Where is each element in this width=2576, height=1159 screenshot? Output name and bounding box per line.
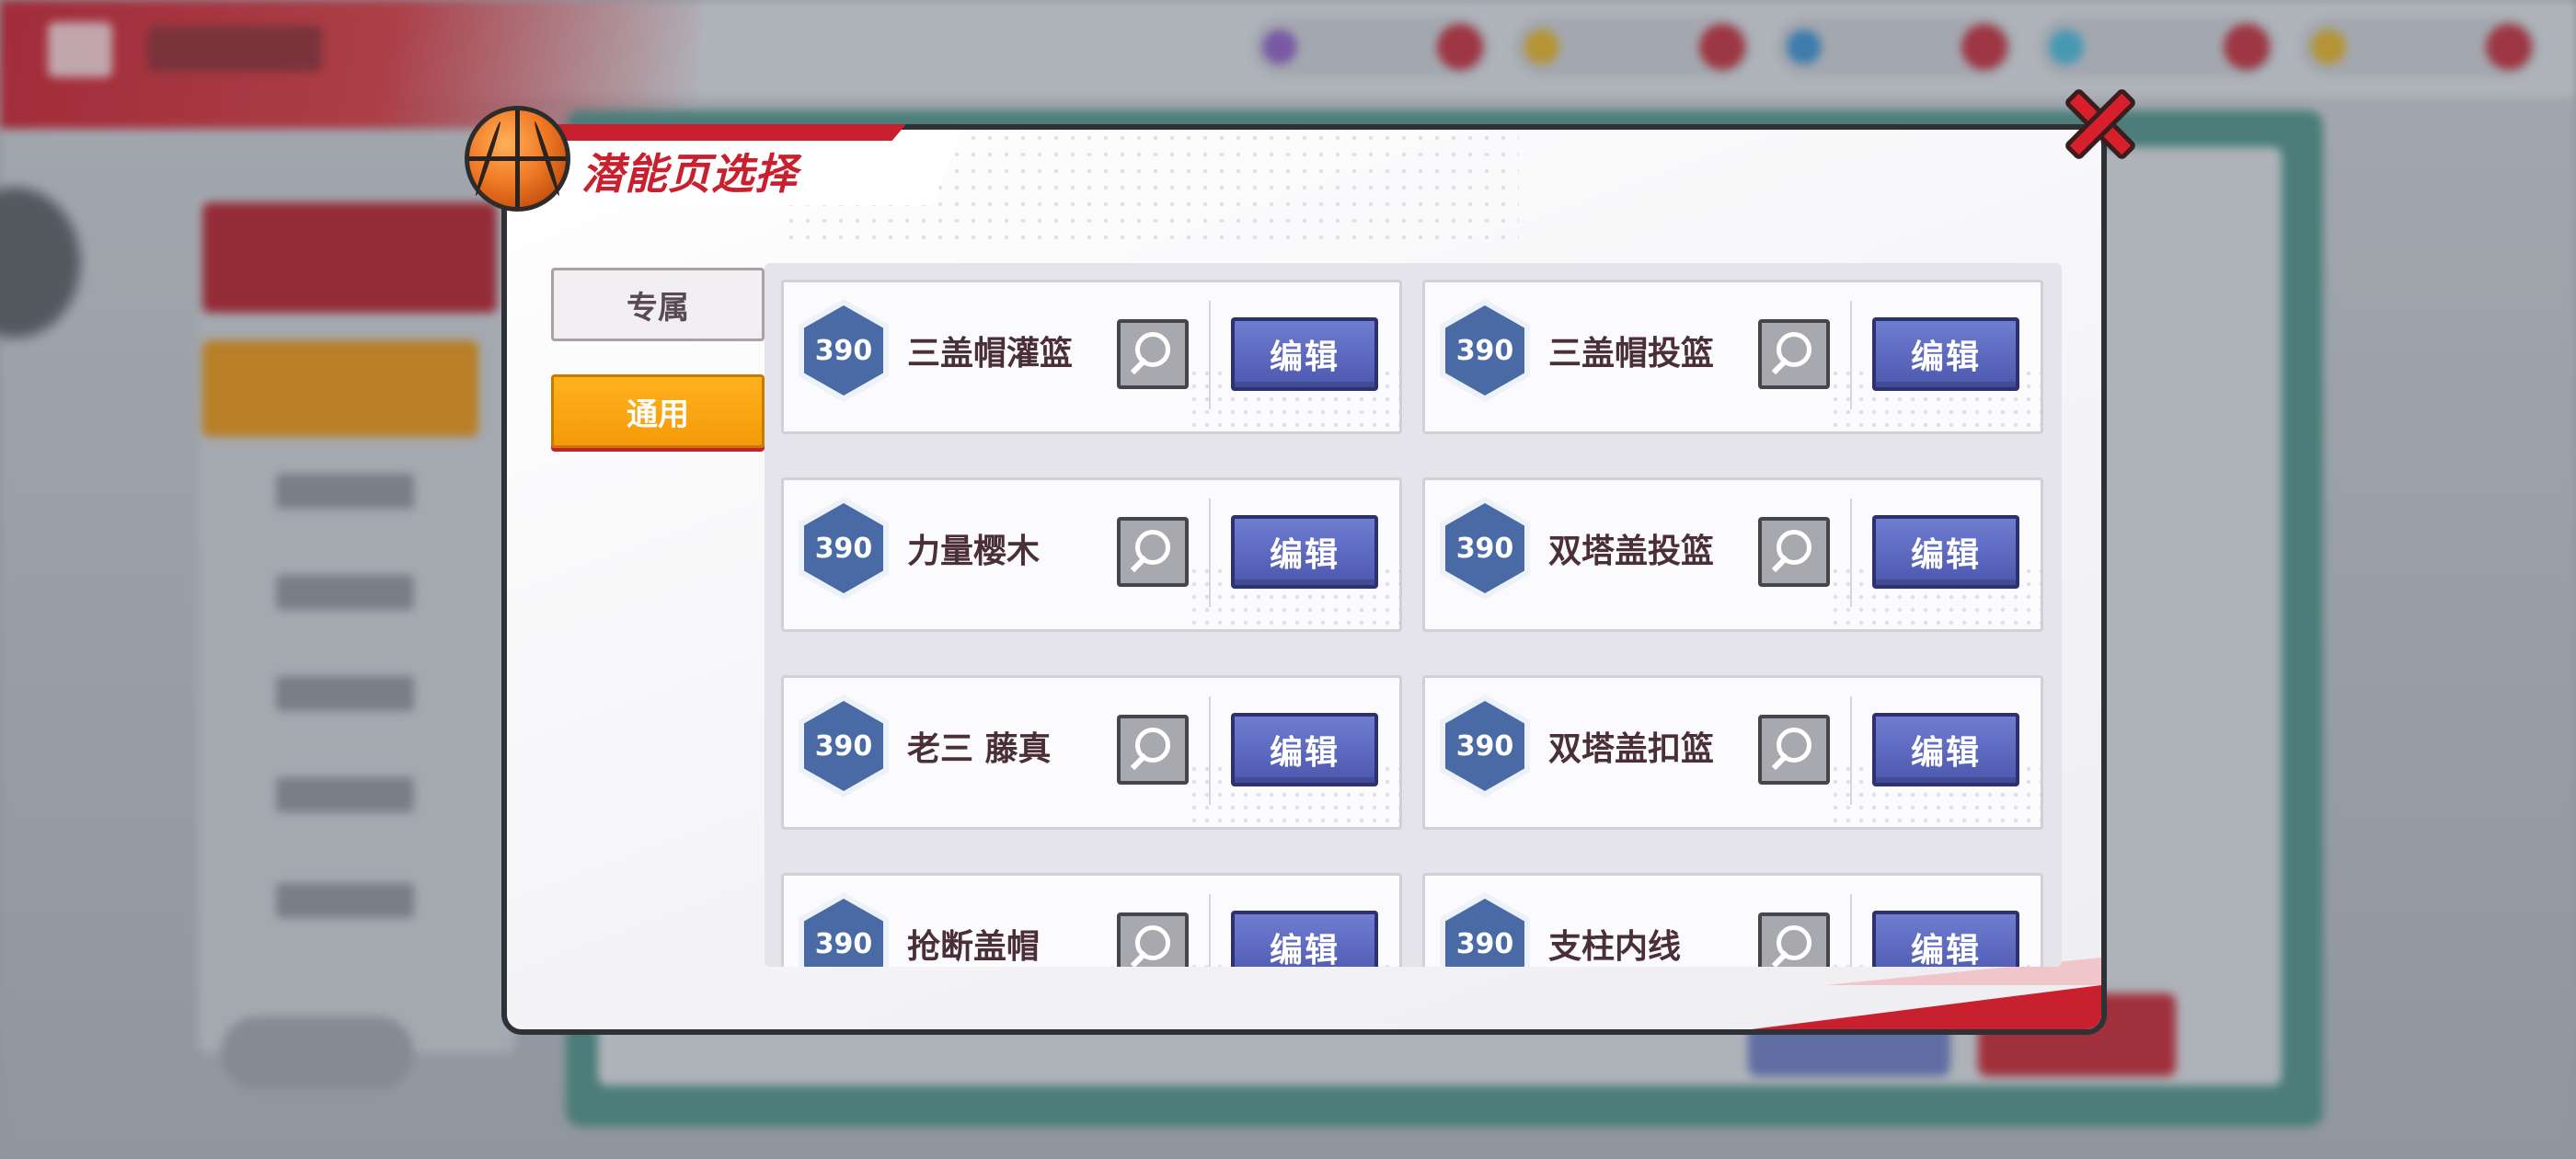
score-badge: 390	[799, 694, 889, 798]
card-name: 老三 藤真	[907, 730, 1052, 768]
score-value: 390	[1445, 899, 1524, 967]
score-badge: 390	[799, 892, 889, 967]
card-name: 三盖帽灌篮	[907, 335, 1074, 373]
tab-exclusive[interactable]: 专属	[551, 268, 765, 341]
edit-button[interactable]: 编辑	[1872, 713, 2019, 786]
card-name: 支柱内线	[1548, 928, 1682, 966]
potential-page-card: 390 三盖帽灌篮 编辑	[781, 280, 1402, 434]
edit-button[interactable]: 编辑	[1231, 713, 1378, 786]
dialog-body: 专属 通用 390 三盖帽灌篮 编辑 390 三盖帽投篮 编辑 390 力量樱木…	[501, 124, 2107, 1035]
edit-button[interactable]: 编辑	[1231, 515, 1378, 589]
score-badge: 390	[1440, 497, 1530, 600]
dialog-title: 潜能页选择	[581, 149, 798, 199]
card-divider	[1209, 301, 1211, 409]
score-value: 390	[804, 305, 883, 396]
preview-button[interactable]	[1758, 715, 1830, 785]
score-badge: 390	[799, 497, 889, 600]
preview-button[interactable]	[1117, 517, 1189, 587]
card-name: 抢断盖帽	[907, 928, 1041, 966]
dialog-header: 潜能页选择	[465, 106, 1109, 225]
card-divider	[1850, 894, 1852, 967]
potential-page-dialog: 专属 通用 390 三盖帽灌篮 编辑 390 三盖帽投篮 编辑 390 力量樱木…	[465, 106, 2107, 1035]
card-divider	[1209, 499, 1211, 607]
potential-page-card: 390 支柱内线 编辑	[1422, 873, 2043, 967]
dialog-corner-stripe	[1752, 985, 2101, 1029]
card-divider	[1850, 696, 1852, 805]
score-value: 390	[804, 899, 883, 967]
preview-button[interactable]	[1117, 319, 1189, 389]
card-divider	[1850, 301, 1852, 409]
score-value: 390	[804, 701, 883, 791]
tab-general-label: 通用	[627, 396, 689, 433]
score-value: 390	[1445, 701, 1524, 791]
tab-general[interactable]: 通用	[551, 374, 765, 448]
potential-page-card: 390 老三 藤真 编辑	[781, 675, 1402, 830]
preview-button[interactable]	[1758, 319, 1830, 389]
potential-page-list[interactable]: 390 三盖帽灌篮 编辑 390 三盖帽投篮 编辑 390 力量樱木 编辑 39…	[765, 263, 2062, 967]
card-divider	[1209, 696, 1211, 805]
card-name: 双塔盖投篮	[1548, 533, 1715, 570]
potential-page-card: 390 双塔盖投篮 编辑	[1422, 477, 2043, 632]
basketball-icon	[465, 106, 570, 212]
score-badge: 390	[1440, 694, 1530, 798]
potential-page-card: 390 三盖帽投篮 编辑	[1422, 280, 2043, 434]
preview-button[interactable]	[1758, 517, 1830, 587]
edit-button[interactable]: 编辑	[1872, 317, 2019, 391]
score-badge: 390	[1440, 892, 1530, 967]
card-name: 双塔盖扣篮	[1548, 730, 1715, 768]
score-badge: 390	[1440, 299, 1530, 402]
edit-button[interactable]: 编辑	[1231, 911, 1378, 967]
card-divider	[1209, 894, 1211, 967]
potential-page-card: 390 抢断盖帽 编辑	[781, 873, 1402, 967]
preview-button[interactable]	[1117, 715, 1189, 785]
preview-button[interactable]	[1758, 912, 1830, 967]
score-badge: 390	[799, 299, 889, 402]
edit-button[interactable]: 编辑	[1872, 911, 2019, 967]
preview-button[interactable]	[1117, 912, 1189, 967]
edit-button[interactable]: 编辑	[1872, 515, 2019, 589]
card-name: 三盖帽投篮	[1548, 335, 1715, 373]
potential-page-card: 390 力量樱木 编辑	[781, 477, 1402, 632]
edit-button[interactable]: 编辑	[1231, 317, 1378, 391]
card-divider	[1850, 499, 1852, 607]
close-button[interactable]	[2059, 83, 2142, 166]
potential-page-card: 390 双塔盖扣篮 编辑	[1422, 675, 2043, 830]
score-value: 390	[1445, 503, 1524, 593]
score-value: 390	[1445, 305, 1524, 396]
score-value: 390	[804, 503, 883, 593]
tab-exclusive-label: 专属	[627, 289, 689, 327]
card-name: 力量樱木	[907, 533, 1041, 570]
header-ribbon-stripe	[552, 124, 906, 141]
